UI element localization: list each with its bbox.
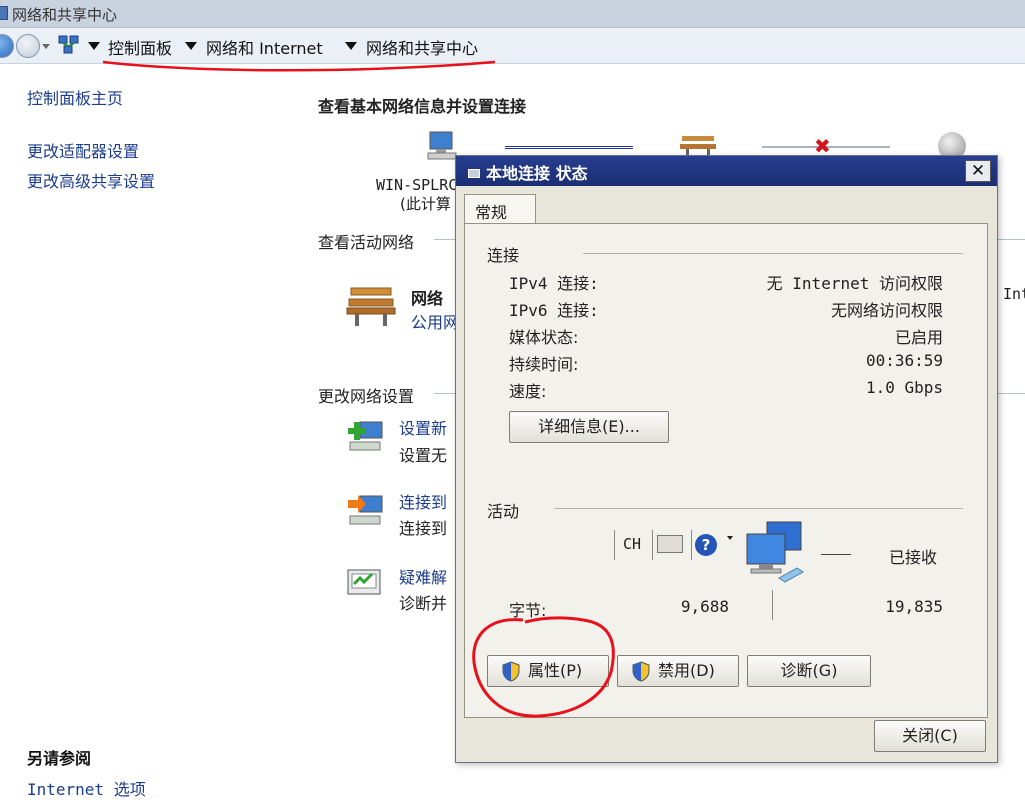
public-network-bench-icon	[346, 287, 396, 326]
change-settings-heading: 更改网络设置	[318, 387, 415, 406]
task-setup-connection-desc: 设置无	[399, 446, 448, 465]
map-connection-line	[505, 146, 633, 149]
computer-name: WIN-SPLRC	[376, 176, 458, 194]
dialog-close-icon[interactable]: ✕	[965, 160, 991, 182]
see-also-internet-options[interactable]: Internet 选项	[27, 776, 146, 800]
access-type-cut: Int	[1003, 285, 1025, 303]
details-button[interactable]: 详细信息(E)...	[509, 411, 669, 443]
disable-button-label: 禁用(D)	[658, 661, 715, 680]
help-icon[interactable]: ?	[695, 534, 717, 556]
bytes-separator	[772, 590, 773, 620]
see-also-heading: 另请参阅	[27, 749, 92, 768]
ipv4-value: 无 Internet 访问权限	[766, 274, 943, 293]
sidebar-change-advanced-sharing[interactable]: 更改高级共享设置	[27, 168, 155, 192]
language-bar-options-icon[interactable]	[727, 536, 733, 540]
keyboard-icon[interactable]	[657, 535, 683, 553]
language-bar-separator	[691, 530, 692, 560]
connect-to-network-icon	[348, 495, 383, 525]
troubleshoot-icon	[347, 569, 381, 595]
activity-computers-icon	[746, 521, 804, 583]
window-title: 网络和共享中心	[12, 6, 118, 24]
network-center-icon	[58, 35, 79, 54]
bench-icon	[680, 136, 716, 156]
duration-label: 持续时间:	[509, 355, 579, 374]
section-divider	[998, 393, 1025, 394]
language-bar-separator	[652, 530, 653, 560]
task-connect-desc: 连接到	[399, 519, 448, 538]
page-title: 查看基本网络信息并设置连接	[318, 97, 527, 116]
bytes-received-value: 19,835	[885, 597, 943, 616]
recent-pages-dropdown-icon[interactable]	[42, 44, 50, 49]
network-type-link[interactable]: 公用网	[411, 309, 459, 333]
computer-subtitle: (此计算	[400, 195, 451, 213]
dialog-network-icon	[468, 169, 480, 178]
ipv6-value: 无网络访问权限	[830, 301, 943, 320]
connection-group-title: 连接	[487, 246, 520, 265]
activity-group-title: 活动	[487, 502, 520, 521]
window-icon	[0, 6, 8, 20]
red-circle-annotation	[472, 616, 615, 718]
group-divider	[583, 253, 963, 254]
dialog-title: 本地连接 状态	[486, 164, 588, 183]
dialog-titlebar: 本地连接 状态 ✕	[456, 156, 997, 186]
media-state-value: 已启用	[894, 328, 943, 347]
task-troubleshoot-link[interactable]: 疑难解	[399, 564, 447, 588]
speed-value: 1.0 Gbps	[865, 378, 943, 397]
forward-button[interactable]	[16, 34, 40, 58]
ipv6-label: IPv6 连接:	[509, 301, 599, 320]
language-indicator[interactable]: CH	[623, 535, 641, 553]
breadcrumb-dropdown-icon[interactable]	[185, 42, 197, 50]
group-divider	[555, 508, 963, 509]
tab-general-label: 常规	[475, 203, 508, 222]
task-troubleshoot-desc: 诊断并	[399, 594, 448, 613]
breadcrumb-root-dropdown-icon[interactable]	[88, 42, 100, 50]
section-divider	[998, 239, 1025, 240]
duration-value: 00:36:59	[865, 351, 943, 370]
disable-button[interactable]: 禁用(D)	[617, 655, 739, 687]
network-name: 网络	[411, 289, 444, 308]
received-label: 已接收	[889, 548, 938, 567]
ipv4-label: IPv4 连接:	[509, 274, 599, 293]
task-setup-connection-link[interactable]: 设置新	[399, 415, 447, 439]
media-state-label: 媒体状态:	[509, 328, 579, 347]
language-bar-grip[interactable]	[614, 530, 615, 560]
task-connect-link[interactable]: 连接到	[399, 489, 447, 513]
sidebar-control-panel-home[interactable]: 控制面板主页	[27, 85, 123, 109]
speed-label: 速度:	[509, 382, 547, 401]
activity-divider	[821, 554, 851, 555]
window-titlebar: 网络和共享中心	[0, 0, 1025, 28]
close-button[interactable]: 关闭(C)	[874, 720, 986, 752]
uac-shield-icon	[632, 661, 650, 682]
red-underline-annotation	[102, 60, 496, 72]
breadcrumb-dropdown-icon[interactable]	[345, 42, 357, 50]
setup-new-connection-icon	[348, 421, 383, 451]
sidebar-change-adapter-settings[interactable]: 更改适配器设置	[27, 138, 139, 162]
tab-general[interactable]: 常规	[464, 194, 536, 224]
diagnose-button[interactable]: 诊断(G)	[747, 655, 871, 687]
active-networks-heading: 查看活动网络	[318, 233, 415, 252]
bytes-sent-value: 9,688	[680, 597, 729, 616]
